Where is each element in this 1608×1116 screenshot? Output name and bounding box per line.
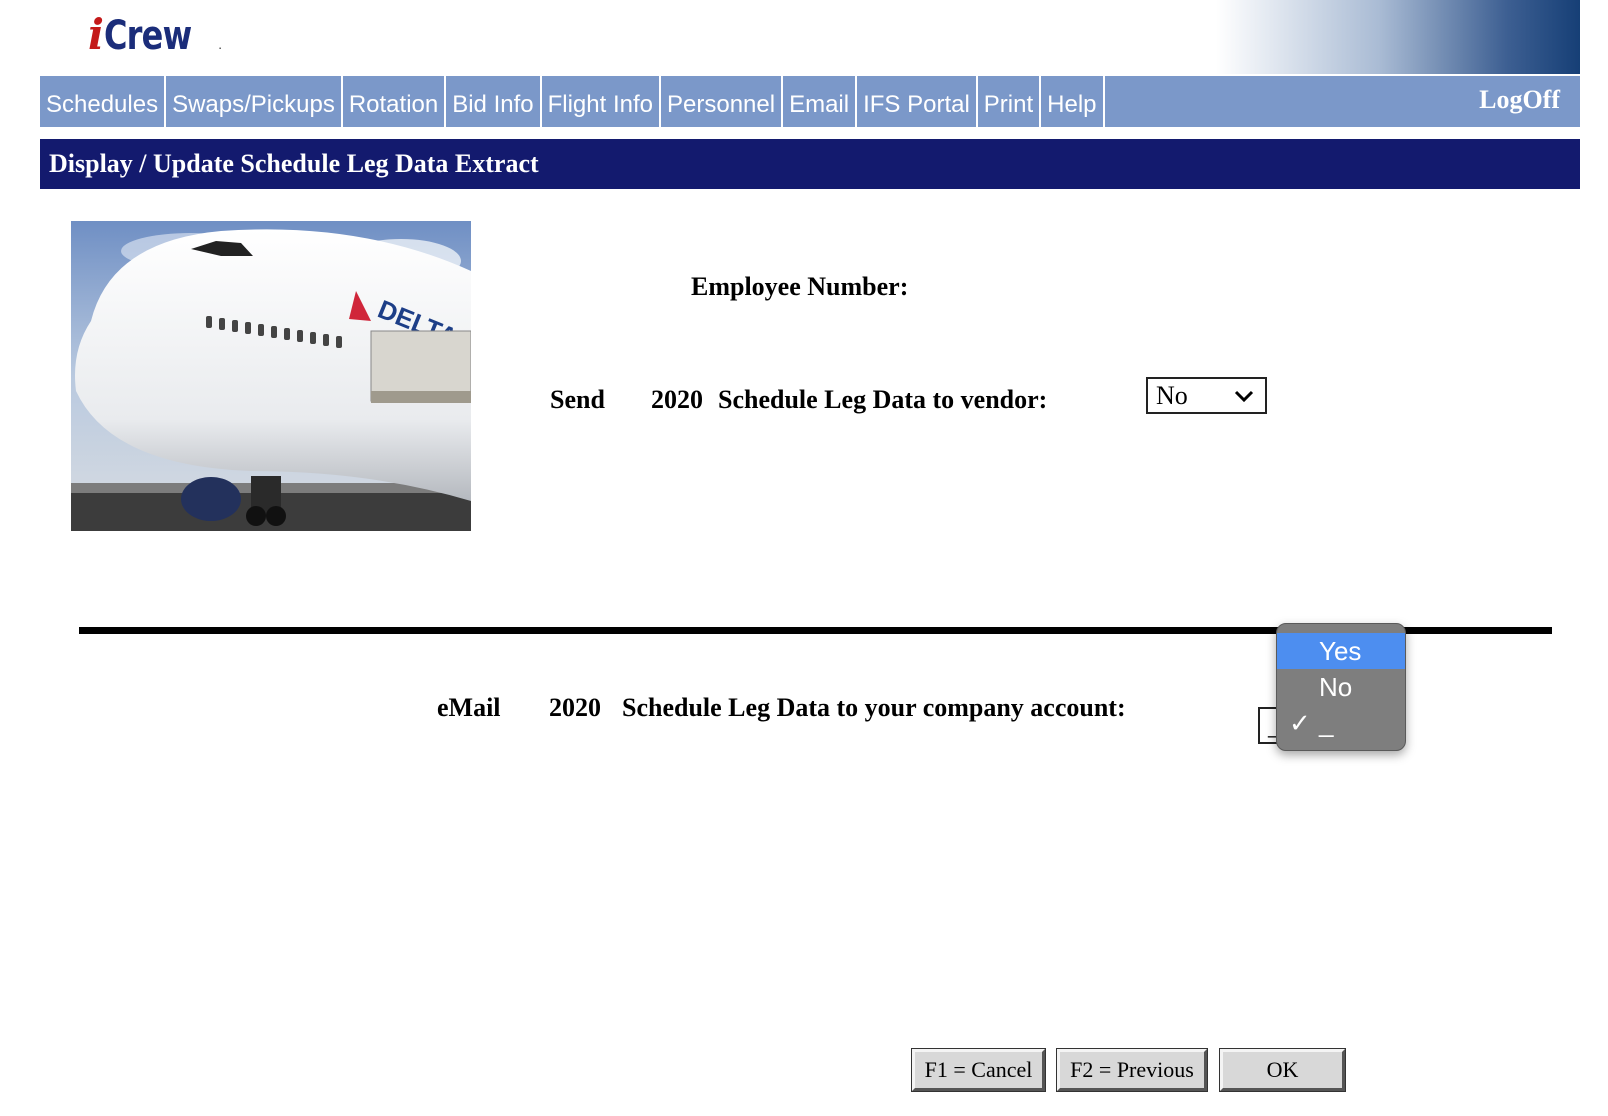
nav-item-schedules[interactable]: Schedules xyxy=(40,76,167,127)
email-year-label: 2020 xyxy=(549,693,601,722)
nav-item-print[interactable]: Print xyxy=(978,76,1042,127)
checkmark-icon: ✓ xyxy=(1289,708,1311,738)
nav-item-flight-info[interactable]: Flight Info xyxy=(542,76,661,127)
nav-item-ifs-portal[interactable]: IFS Portal xyxy=(857,76,978,127)
vendor-text-label: Schedule Leg Data to vendor: xyxy=(718,385,1048,414)
dropdown-option-yes-label: Yes xyxy=(1319,635,1362,666)
chevron-down-icon xyxy=(1234,390,1254,402)
logo-i: i xyxy=(88,10,104,59)
nav-item-rotation[interactable]: Rotation xyxy=(343,76,447,127)
header-gradient-banner xyxy=(1216,0,1580,74)
dropdown-option-yes[interactable]: Yes xyxy=(1277,633,1405,669)
dropdown-option-no[interactable]: No xyxy=(1277,669,1405,705)
nav-item-bid-info[interactable]: Bid Info xyxy=(446,76,542,127)
airplane-image: DELTA xyxy=(71,221,471,531)
email-verb-label: eMail xyxy=(437,693,501,722)
dropdown-option-no-label: No xyxy=(1319,671,1353,702)
nav-item-email[interactable]: Email xyxy=(783,76,858,127)
email-select-dropdown-menu: Yes No ✓ _ xyxy=(1276,623,1406,751)
page-title: Display / Update Schedule Leg Data Extra… xyxy=(40,139,1580,189)
logoff-link[interactable]: LogOff xyxy=(1479,76,1580,127)
nav-item-swaps-pickups[interactable]: Swaps/Pickups xyxy=(166,76,343,127)
vendor-year-label: 2020 xyxy=(651,385,703,414)
main-navbar: Schedules Swaps/Pickups Rotation Bid Inf… xyxy=(40,76,1580,127)
icrew-logo: i Crew . xyxy=(88,10,223,59)
logo-word: Crew xyxy=(103,13,192,59)
email-text-label: Schedule Leg Data to your company accoun… xyxy=(622,693,1126,722)
logo-dot: . xyxy=(217,41,224,52)
ok-button[interactable]: OK xyxy=(1219,1048,1346,1092)
previous-button[interactable]: F2 = Previous xyxy=(1056,1048,1208,1092)
page: i Crew . Schedules Swaps/Pickups Rotatio… xyxy=(0,0,1608,1116)
nav-item-help[interactable]: Help xyxy=(1041,76,1105,127)
nav-item-personnel[interactable]: Personnel xyxy=(661,76,784,127)
dropdown-option-blank-label: _ xyxy=(1319,707,1334,738)
employee-number-label: Employee Number: xyxy=(691,272,909,301)
cancel-button[interactable]: F1 = Cancel xyxy=(911,1048,1046,1092)
vendor-select[interactable]: No xyxy=(1146,377,1267,414)
dropdown-option-blank[interactable]: ✓ _ xyxy=(1277,705,1405,741)
vendor-select-value: No xyxy=(1156,380,1188,410)
vendor-send-label: Send xyxy=(550,385,605,414)
